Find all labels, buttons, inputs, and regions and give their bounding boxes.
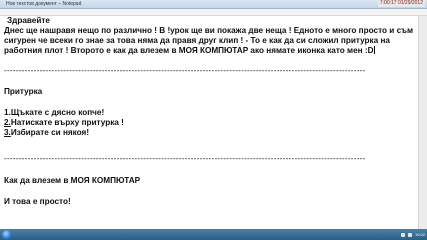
step-2: 2.Натискате върху притурка ! — [4, 118, 124, 127]
taskbar-clock[interactable]: 19:02 — [415, 232, 425, 237]
title-bar[interactable]: Нов текстов документ – Notepad 7:00:17 0… — [0, 0, 427, 9]
start-button-icon[interactable] — [2, 229, 12, 240]
vertical-scrollbar[interactable] — [418, 16, 427, 229]
greeting-line: Здравейте — [7, 16, 50, 25]
closing-line: И това е просто! — [4, 197, 71, 206]
section-title-my-computer: Как да влезем в МОЯ КОМПЮТАР — [4, 176, 141, 185]
menu-bar: Файл Редактиране Формат Изглед Помощ — [0, 9, 427, 23]
network-icon[interactable] — [400, 232, 405, 237]
step-3-number: 3. — [4, 128, 11, 137]
step-3: 3.Избирате си някоя! — [4, 128, 89, 137]
text-line-3-wrap: работния плот ! Второто е как да влезем … — [4, 46, 375, 55]
step-2-number: 2. — [4, 118, 11, 127]
text-caret — [373, 46, 375, 54]
separator-line-2: ----------------------------------------… — [4, 155, 366, 163]
taskbar: 19:02 — [0, 229, 427, 240]
step-2-text: Натискате върху притурка ! — [10, 118, 124, 127]
text-line-2: сигурен че всеки го знае за това няма да… — [4, 36, 390, 45]
section-title-gadgets: Притурка — [4, 87, 43, 96]
notepad-window: Нов текстов документ – Notepad 7:00:17 0… — [0, 0, 427, 229]
text-editor-area[interactable]: Здравейте Днес ще нашравя нещо по различ… — [0, 16, 419, 229]
separator-line-1: ----------------------------------------… — [4, 67, 366, 75]
system-tray: 19:02 — [400, 229, 425, 240]
text-line-1: Днес ще нашравя нещо по различно ! В !ур… — [4, 26, 414, 35]
recording-timestamp: 7:00:17 01/29/2012 — [377, 0, 425, 7]
step-3-text: Избирате си някоя! — [10, 128, 90, 137]
text-line-3: работния плот ! Второто е как да влезем … — [4, 46, 374, 55]
window-title: Нов текстов документ – Notepad — [6, 1, 82, 7]
step-1: 1.Щъкате с дясно копче! — [4, 108, 105, 117]
volume-icon[interactable] — [407, 232, 412, 237]
